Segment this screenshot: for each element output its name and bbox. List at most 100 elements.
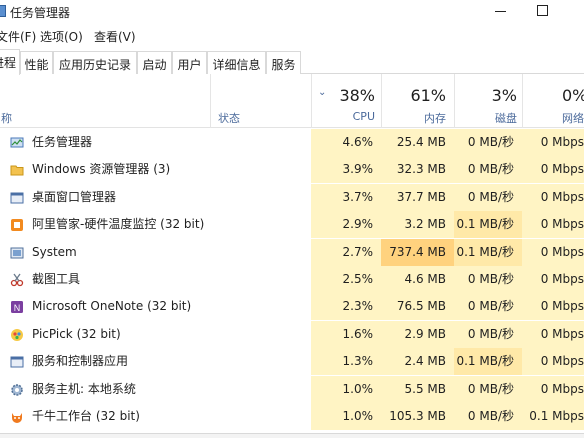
process-memory: 105.3 MB	[381, 403, 454, 430]
gear-icon	[10, 383, 24, 397]
process-cpu: 2.3%	[311, 293, 381, 321]
process-name: Microsoft OneNote (32 bit)	[32, 299, 192, 314]
disk-total[interactable]: 3%	[454, 86, 517, 105]
process-name: PicPick (32 bit)	[32, 326, 121, 341]
menu-view[interactable]: 查看(V)	[94, 28, 136, 45]
column-memory[interactable]: 内存	[381, 110, 446, 126]
process-network: 0 Mbps	[522, 129, 584, 156]
column-header: 名称 状态 ⌄ 38% CPU 61% 内存 3% 磁盘 0% 网络	[0, 74, 584, 128]
tab-users[interactable]: 用户	[172, 51, 207, 74]
process-memory: 2.9 MB	[381, 320, 454, 348]
process-cpu: 1.0%	[311, 375, 381, 403]
svg-text:N: N	[14, 303, 21, 313]
process-disk: 0 MB/秒	[454, 403, 522, 430]
process-memory: 25.4 MB	[381, 129, 454, 156]
process-name: System	[32, 244, 77, 259]
process-name: 服务主机: 本地系统	[32, 381, 136, 396]
network-total[interactable]: 0%	[522, 86, 584, 105]
column-cpu[interactable]: CPU	[311, 110, 375, 123]
process-name: 千牛工作台 (32 bit)	[32, 409, 140, 423]
tab-startup[interactable]: 启动	[137, 51, 172, 74]
process-cpu: 1.0%	[311, 403, 381, 430]
window-title: 任务管理器	[10, 6, 71, 20]
tab-processes[interactable]: 进程	[0, 49, 20, 75]
status-bar	[0, 433, 584, 438]
title-bar: 任务管理器	[0, 0, 584, 24]
process-cpu: 3.7%	[311, 183, 381, 211]
menu-file[interactable]: 文件(F)	[0, 28, 36, 45]
tab-bar: 进程 性能 应用历史记录 启动 用户 详细信息 服务	[0, 49, 584, 75]
column-disk[interactable]: 磁盘	[454, 110, 517, 126]
process-network: 0 Mbps	[522, 211, 584, 239]
menu-options[interactable]: 选项(O)	[40, 28, 83, 45]
process-network: 0 Mbps	[522, 320, 584, 348]
process-cpu: 2.5%	[311, 266, 381, 293]
minimize-icon[interactable]	[493, 2, 509, 18]
process-disk: 0 MB/秒	[454, 183, 522, 211]
column-divider[interactable]	[210, 74, 211, 128]
column-name[interactable]: 名称	[0, 110, 12, 126]
cpu-total[interactable]: 38%	[311, 86, 375, 105]
process-row[interactable]: 任务管理器 4.6% 25.4 MB 0 MB/秒 0 Mbps	[0, 129, 584, 156]
maximize-icon[interactable]	[537, 5, 548, 16]
monitor-app-icon	[10, 218, 24, 232]
process-row[interactable]: 截图工具 2.5% 4.6 MB 0 MB/秒 0 Mbps	[0, 266, 584, 293]
process-disk: 0 MB/秒	[454, 320, 522, 348]
task-manager-icon	[10, 136, 24, 150]
qianniu-icon	[10, 410, 24, 424]
process-disk: 0 MB/秒	[454, 375, 522, 403]
system-icon	[10, 246, 24, 260]
column-network[interactable]: 网络	[522, 110, 584, 126]
process-name: 桌面窗口管理器	[32, 189, 117, 204]
picpick-icon	[10, 328, 24, 342]
process-name: 任务管理器	[32, 135, 93, 149]
process-row[interactable]: 服务主机: 本地系统 1.0% 5.5 MB 0 MB/秒 0 Mbps	[0, 375, 584, 403]
process-disk: 0 MB/秒	[454, 266, 522, 293]
tab-services[interactable]: 服务	[266, 51, 301, 74]
process-row[interactable]: 服务和控制器应用 1.3% 2.4 MB 0.1 MB/秒 0 Mbps	[0, 348, 584, 376]
process-cpu: 1.3%	[311, 348, 381, 376]
process-memory: 37.7 MB	[381, 183, 454, 211]
process-memory: 4.6 MB	[381, 266, 454, 293]
process-disk: 0.1 MB/秒	[454, 348, 522, 376]
process-row[interactable]: PicPick (32 bit) 1.6% 2.9 MB 0 MB/秒 0 Mbps	[0, 320, 584, 348]
process-network: 0 Mbps	[522, 238, 584, 266]
window-icon	[10, 355, 24, 369]
process-disk: 0 MB/秒	[454, 156, 522, 184]
process-memory: 2.4 MB	[381, 348, 454, 376]
process-cpu: 3.9%	[311, 156, 381, 184]
process-row[interactable]: System 2.7% 737.4 MB 0.1 MB/秒 0 Mbps	[0, 238, 584, 266]
process-network: 0 Mbps	[522, 183, 584, 211]
process-network: 0 Mbps	[522, 266, 584, 293]
process-cpu: 2.7%	[311, 238, 381, 266]
process-network: 0 Mbps	[522, 156, 584, 184]
process-disk: 0.1 MB/秒	[454, 238, 522, 266]
process-name: 截图工具	[32, 272, 81, 286]
process-row[interactable]: 千牛工作台 (32 bit) 1.0% 105.3 MB 0 MB/秒 0.1 Mbps	[0, 403, 584, 430]
tab-details[interactable]: 详细信息	[207, 51, 266, 74]
process-memory: 737.4 MB	[381, 238, 454, 266]
column-status[interactable]: 状态	[218, 110, 240, 126]
process-network: 0.1 Mbps	[522, 403, 584, 430]
process-name: 服务和控制器应用	[32, 354, 129, 369]
process-row[interactable]: 桌面窗口管理器 3.7% 37.7 MB 0 MB/秒 0 Mbps	[0, 183, 584, 211]
folder-icon	[10, 163, 24, 177]
tab-performance[interactable]: 性能	[20, 51, 53, 74]
process-disk: 0 MB/秒	[454, 129, 522, 156]
process-disk: 0.1 MB/秒	[454, 211, 522, 239]
process-network: 0 Mbps	[522, 375, 584, 403]
app-icon	[0, 5, 6, 17]
tab-app-history[interactable]: 应用历史记录	[53, 51, 137, 74]
process-network: 0 Mbps	[522, 348, 584, 376]
process-name: 阿里管家-硬件温度监控 (32 bit)	[32, 217, 205, 232]
process-cpu: 1.6%	[311, 320, 381, 348]
process-row[interactable]: 阿里管家-硬件温度监控 (32 bit) 2.9% 3.2 MB 0.1 MB/秒 0 …	[0, 211, 584, 239]
onenote-icon: N	[10, 300, 24, 314]
process-row[interactable]: N Microsoft OneNote (32 bit) 2.3% 76.5 MB 0 …	[0, 293, 584, 321]
memory-total[interactable]: 61%	[381, 86, 446, 105]
process-disk: 0 MB/秒	[454, 293, 522, 321]
process-network: 0 Mbps	[522, 293, 584, 321]
process-name: Windows 资源管理器 (3)	[32, 162, 171, 177]
snipping-tool-icon	[10, 273, 24, 287]
process-row[interactable]: Windows 资源管理器 (3) 3.9% 32.3 MB 0 MB/秒 0 Mbps	[0, 156, 584, 184]
